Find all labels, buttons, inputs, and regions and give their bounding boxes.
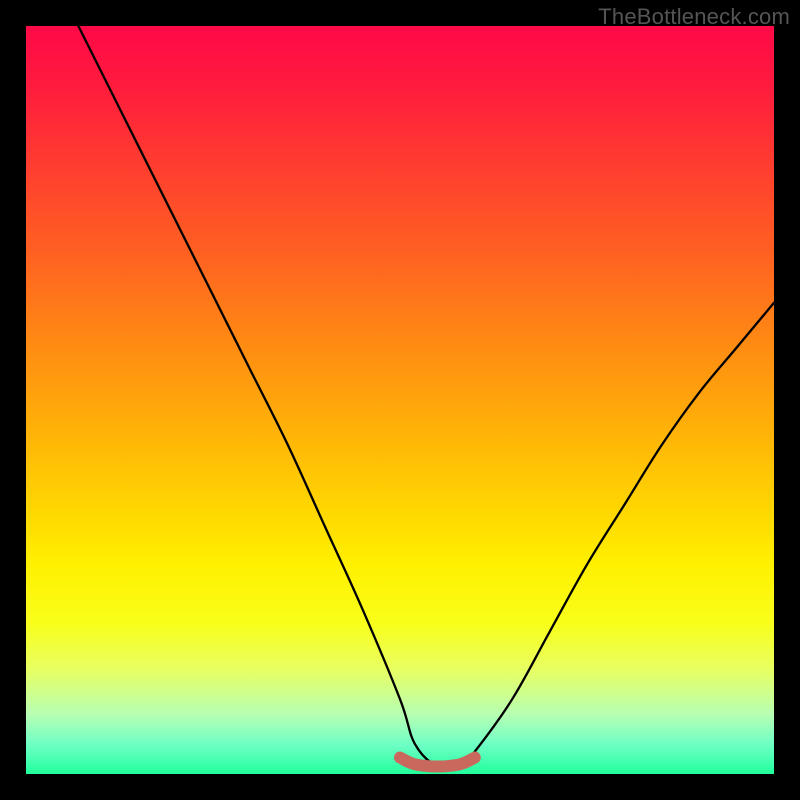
- optimal-range-marker: [400, 758, 475, 767]
- watermark-text: TheBottleneck.com: [598, 4, 790, 30]
- plot-area: [26, 26, 774, 774]
- bottleneck-curve: [78, 26, 774, 769]
- chart-svg: [26, 26, 774, 774]
- chart-frame: TheBottleneck.com: [0, 0, 800, 800]
